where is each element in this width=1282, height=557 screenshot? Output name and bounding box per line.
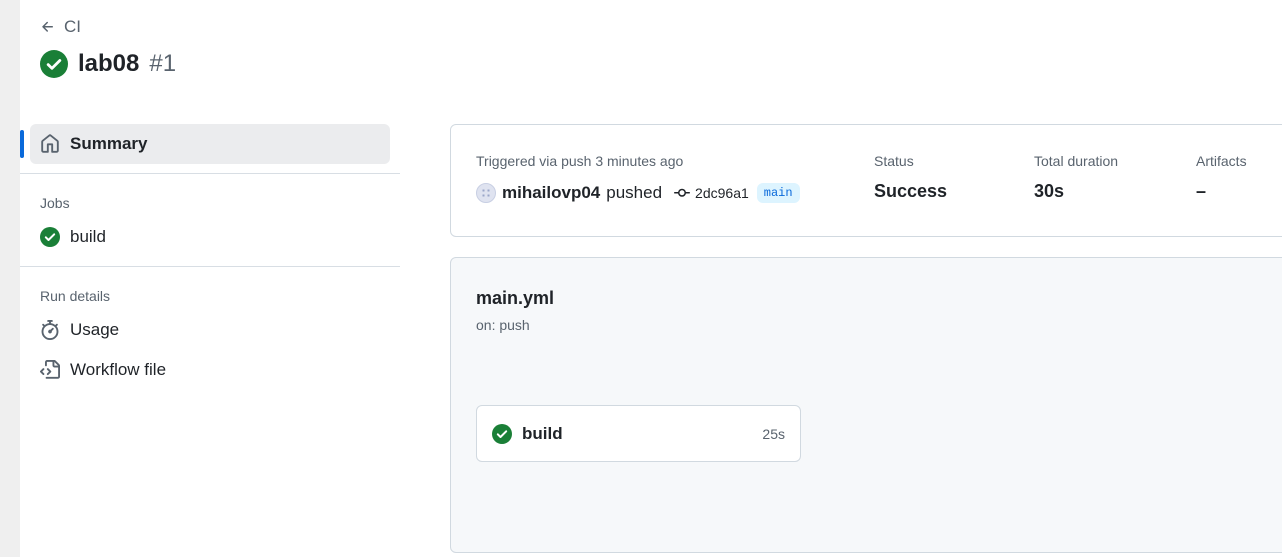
artifacts-label: Artifacts xyxy=(1196,153,1247,169)
avatar[interactable] xyxy=(476,183,496,203)
sidebar-item-workflow-file[interactable]: Workflow file xyxy=(20,350,400,390)
check-circle-icon xyxy=(492,423,512,444)
jobs-heading: Jobs xyxy=(40,195,70,211)
stopwatch-icon xyxy=(41,320,59,340)
check-circle-icon xyxy=(40,50,68,78)
job-name: build xyxy=(522,423,563,443)
sidebar-item-summary[interactable]: Summary xyxy=(20,124,390,164)
sidebar-item-label: Workflow file xyxy=(70,360,167,379)
sidebar-item-label: Usage xyxy=(70,320,120,339)
home-icon xyxy=(41,134,59,153)
sidebar: Summary Jobs build Run details Usage Wor… xyxy=(20,124,400,390)
run-details-heading: Run details xyxy=(40,288,111,304)
trigger-row: mihailovp04 pushed 2dc96a1 main xyxy=(476,183,800,203)
actor-link[interactable]: mihailovp04 xyxy=(502,183,600,203)
job-node-build[interactable]: build 25s xyxy=(476,405,801,462)
file-code-icon xyxy=(40,360,60,379)
run-summary-card: Triggered via push 3 minutes ago mihailo… xyxy=(450,124,1282,237)
back-link-label: CI xyxy=(64,17,81,36)
status-value: Success xyxy=(874,181,948,201)
trigger-text: Triggered via push 3 minutes ago xyxy=(476,153,684,169)
window-edge xyxy=(0,0,20,557)
git-commit-icon xyxy=(674,188,691,197)
commit-link[interactable]: 2dc96a1 xyxy=(674,185,749,201)
branch-badge[interactable]: main xyxy=(756,183,800,203)
duration-label: Total duration xyxy=(1034,153,1119,169)
sidebar-item-usage[interactable]: Usage xyxy=(20,310,400,350)
artifacts-value: – xyxy=(1196,181,1207,201)
job-duration: 25s xyxy=(762,425,785,442)
run-name: lab08 xyxy=(78,50,140,77)
check-circle-icon xyxy=(40,227,60,247)
back-to-workflow-link[interactable]: CI xyxy=(40,17,81,37)
workflow-trigger: on: push xyxy=(476,317,530,333)
sidebar-item-label: Summary xyxy=(70,134,148,153)
duration-value: 30s xyxy=(1034,181,1065,201)
sidebar-item-label: build xyxy=(70,227,106,246)
page-title: lab08 #1 xyxy=(40,50,176,78)
run-number: #1 xyxy=(149,50,177,77)
duration-stat: Total duration 30s xyxy=(1034,153,1118,202)
trigger-verb: pushed xyxy=(606,183,663,202)
status-stat: Status Success xyxy=(874,153,947,202)
arrow-left-icon xyxy=(42,21,53,32)
divider xyxy=(20,173,400,174)
status-label: Status xyxy=(874,153,914,169)
sidebar-item-build[interactable]: build xyxy=(20,217,400,257)
artifacts-stat: Artifacts – xyxy=(1196,153,1247,202)
workflow-file-name: main.yml xyxy=(476,288,555,308)
commit-sha: 2dc96a1 xyxy=(695,185,749,201)
workflow-graph-card: main.yml on: push build 25s xyxy=(450,257,1282,553)
divider xyxy=(20,266,400,267)
